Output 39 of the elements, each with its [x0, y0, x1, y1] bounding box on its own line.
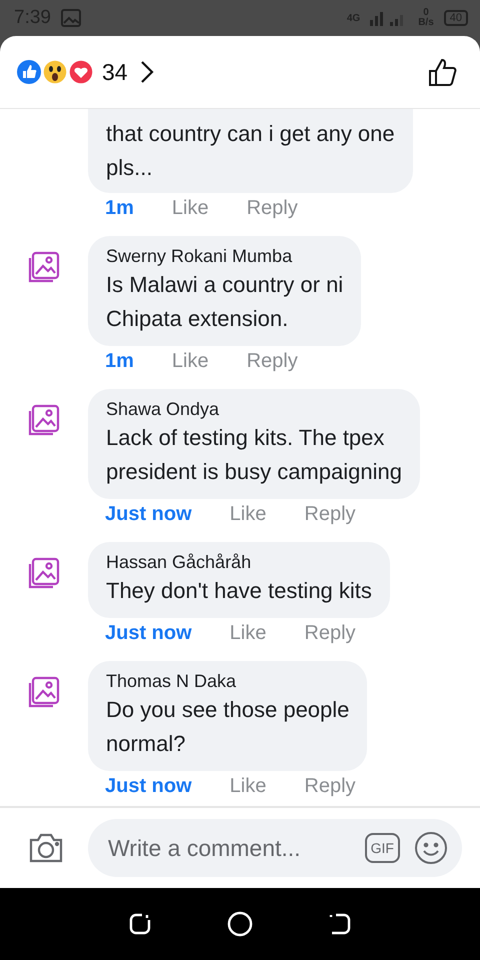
comment-time: 1m [105, 197, 134, 220]
comment-text: Do you see those people normal? [106, 696, 350, 758]
gif-button[interactable]: GIF [364, 833, 400, 863]
image-icon [27, 403, 61, 437]
camera-icon[interactable] [28, 832, 64, 864]
commenter-name[interactable]: Swerny Rokani Mumba [106, 244, 344, 268]
recents-icon[interactable] [128, 912, 152, 936]
back-icon[interactable] [328, 912, 352, 936]
reply-link[interactable]: Reply [304, 775, 356, 798]
comment-time: 1m [105, 350, 134, 373]
like-link[interactable]: Like [230, 622, 266, 645]
comment-time: Just now [105, 775, 192, 798]
like-link[interactable]: Like [230, 775, 266, 798]
commenter-name[interactable]: Thomas N Daka [106, 669, 350, 693]
home-icon[interactable] [226, 911, 253, 937]
reply-link[interactable]: Reply [246, 350, 298, 373]
comment-time: Just now [105, 622, 192, 645]
reply-link[interactable]: Reply [304, 503, 356, 526]
reply-link[interactable]: Reply [304, 622, 356, 645]
comment-text: They don't have testing kits [106, 577, 372, 605]
comment-text: Lack of testing kits. The tpex president is busy campaigning [106, 424, 402, 486]
reply-link[interactable]: Reply [246, 197, 298, 220]
comment-time: Just now [105, 503, 192, 526]
commenter-name[interactable]: Shawa Ondya [106, 397, 402, 421]
like-link[interactable]: Like [230, 503, 266, 526]
commenter-name[interactable]: Hassan Gåchåråh [106, 550, 372, 574]
reaction-count[interactable]: 34 [102, 58, 128, 86]
image-icon [27, 675, 61, 709]
image-icon [60, 9, 81, 27]
like-link[interactable]: Like [172, 350, 209, 373]
emoji-icon[interactable] [414, 831, 448, 865]
comment-text: Is Malawi a country or ni Chipata extension. [106, 271, 344, 333]
image-icon [27, 556, 61, 590]
image-icon [27, 250, 61, 284]
comment-field[interactable]: Write a comment... GIF [88, 819, 462, 877]
like-icon[interactable] [428, 57, 458, 87]
like-link[interactable]: Like [172, 197, 209, 220]
comment-text: that country can i get any one pls... [106, 120, 395, 182]
chevron-right-icon[interactable] [140, 60, 154, 84]
